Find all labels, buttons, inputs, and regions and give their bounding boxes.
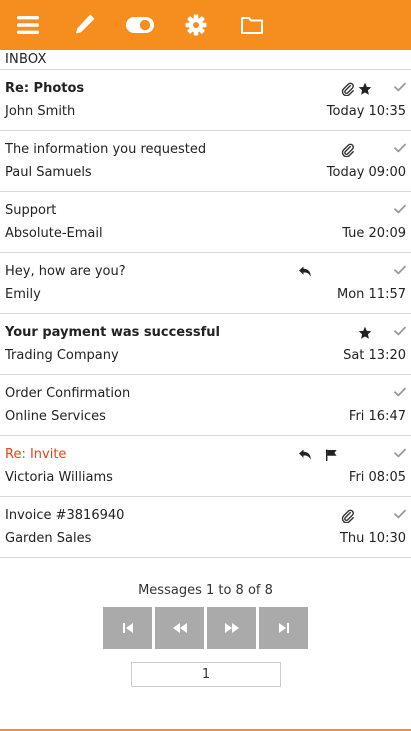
- checkmark-icon[interactable]: [394, 199, 406, 214]
- message-row[interactable]: Your payment was successful Trading Compa…: [0, 314, 411, 375]
- message-list: Re: Photos John Smith Today 10:35 The infor…: [0, 70, 411, 558]
- paperclip-icon: [341, 508, 355, 524]
- paperclip-icon: [341, 142, 355, 158]
- message-row[interactable]: Hey, how are you? Emily Mon 11:57: [0, 253, 411, 314]
- message-date: Today 10:35: [326, 104, 406, 119]
- message-date: Fri 08:05: [348, 470, 406, 485]
- reply-icon: [298, 264, 312, 278]
- message-sender: Emily: [5, 287, 41, 302]
- flag-icon: [324, 447, 338, 461]
- message-sender: Absolute-Email: [5, 226, 103, 241]
- message-subject: Order Confirmation: [5, 386, 131, 401]
- toolbar: [0, 0, 411, 50]
- paperclip-icon: [341, 81, 355, 97]
- checkmark-icon[interactable]: [394, 504, 406, 519]
- next-page-button[interactable]: [207, 607, 256, 649]
- message-subject: Re: Photos: [5, 81, 85, 96]
- first-page-icon: [122, 623, 133, 633]
- message-date: Today 09:00: [326, 165, 406, 180]
- message-row[interactable]: Re: Invite Victoria Williams Fri 08:05: [0, 436, 411, 497]
- checkmark-icon[interactable]: [394, 382, 406, 397]
- message-sender: Trading Company: [5, 348, 119, 363]
- folders-button[interactable]: [234, 8, 270, 42]
- previous-page-button[interactable]: [155, 607, 204, 649]
- folder-icon: [241, 17, 263, 34]
- message-date: Thu 10:30: [339, 531, 406, 546]
- message-row[interactable]: Order Confirmation Online Services Fri 16:…: [0, 375, 411, 436]
- message-row[interactable]: The information you requested Paul Samuel…: [0, 131, 411, 192]
- message-sender: Garden Sales: [5, 531, 92, 546]
- first-page-button[interactable]: [103, 607, 152, 649]
- previous-page-icon: [172, 623, 187, 633]
- message-sender: Victoria Williams: [5, 470, 113, 485]
- toggle-button[interactable]: [122, 8, 158, 42]
- message-subject: Your payment was successful: [5, 325, 220, 340]
- message-date: Mon 11:57: [336, 287, 406, 302]
- checkmark-icon[interactable]: [394, 443, 406, 458]
- checkmark-icon[interactable]: [394, 77, 406, 92]
- message-subject: Invoice #3816940: [5, 508, 125, 523]
- checkmark-icon[interactable]: [394, 260, 406, 275]
- toggle-icon: [126, 17, 154, 33]
- message-row[interactable]: Support Absolute-Email Tue 20:09: [0, 192, 411, 253]
- settings-button[interactable]: [178, 8, 214, 42]
- message-row[interactable]: Re: Photos John Smith Today 10:35: [0, 70, 411, 131]
- folder-title: INBOX: [5, 52, 47, 67]
- paging-status: Messages 1 to 8 of 8: [138, 583, 273, 598]
- gear-icon: [185, 14, 207, 36]
- message-subject: Re: Invite: [5, 447, 67, 462]
- message-date: Tue 20:09: [342, 226, 406, 241]
- message-subject: Support: [5, 203, 57, 218]
- last-page-button[interactable]: [259, 607, 308, 649]
- edit-icon: [76, 14, 95, 34]
- checkmark-icon[interactable]: [394, 138, 406, 153]
- compose-button[interactable]: [66, 8, 102, 42]
- page-number-input[interactable]: [131, 662, 281, 687]
- last-page-icon: [278, 623, 289, 633]
- checkmark-icon[interactable]: [394, 321, 406, 336]
- star-icon: [358, 81, 372, 95]
- reply-icon: [298, 447, 312, 461]
- next-page-icon: [224, 623, 239, 633]
- menu-button[interactable]: [10, 8, 46, 42]
- message-sender: John Smith: [5, 104, 76, 119]
- message-date: Sat 13:20: [343, 348, 406, 363]
- message-subject: Hey, how are you?: [5, 264, 126, 279]
- menu-icon: [17, 16, 39, 34]
- star-icon: [358, 325, 372, 339]
- message-sender: Paul Samuels: [5, 165, 92, 180]
- message-date: Fri 16:47: [348, 409, 406, 424]
- message-row[interactable]: Invoice #3816940 Garden Sales Thu 10:30: [0, 497, 411, 558]
- message-subject: The information you requested: [5, 142, 207, 157]
- message-sender: Online Services: [5, 409, 106, 424]
